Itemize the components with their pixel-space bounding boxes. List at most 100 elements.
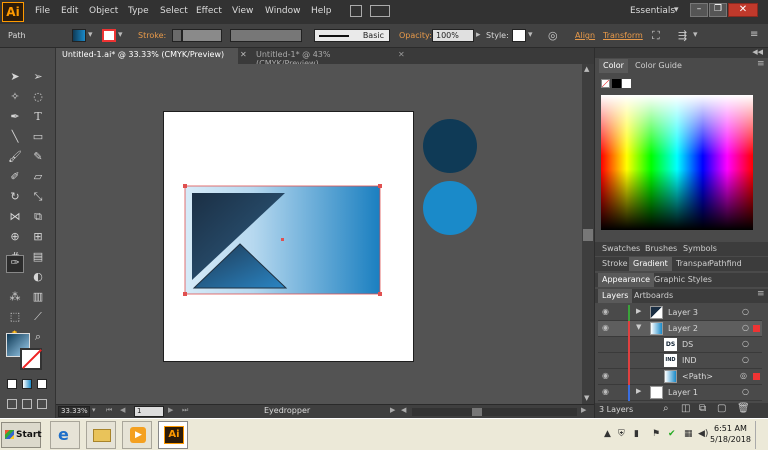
variable-width-profile[interactable] — [230, 29, 302, 42]
symbol-sprayer-tool-icon[interactable]: ⁂ — [8, 290, 22, 304]
tab-document-2[interactable]: Untitled-1* @ 43% (CMYK/Preview) — [250, 48, 400, 68]
new-sublayer-icon[interactable]: ⧉ — [699, 403, 706, 414]
folder-icon[interactable] — [86, 421, 116, 449]
sublayer-row-ds[interactable]: DS DS ○ — [598, 337, 762, 353]
close-icon[interactable]: ✕ — [240, 50, 247, 59]
restore-button[interactable]: ❐ — [709, 3, 727, 17]
menu-edit[interactable]: Edit — [61, 6, 78, 16]
horizontal-scrollbar[interactable] — [412, 408, 577, 416]
tab-stroke[interactable]: Stroke — [598, 257, 632, 271]
transform-link[interactable]: Transform — [603, 31, 643, 40]
selection-indicator[interactable] — [753, 325, 760, 332]
fill-swatch[interactable] — [72, 29, 86, 42]
perspective-grid-tool-icon[interactable]: ⊞ — [31, 230, 45, 244]
draw-inside-icon[interactable] — [37, 399, 47, 409]
scroll-thumb[interactable] — [583, 229, 593, 241]
collapse-icon[interactable]: ▼ — [636, 323, 641, 331]
isolate-selected-icon[interactable]: ⛶ — [652, 29, 660, 43]
trash-icon[interactable]: 🗑 — [737, 403, 750, 414]
layer-row-layer-1[interactable]: ◉ ▶ Layer 1 ○ — [598, 385, 762, 401]
black-swatch[interactable] — [612, 79, 621, 88]
sublayer-row-ind[interactable]: IND IND ○ — [598, 353, 762, 369]
chevron-down-icon[interactable]: ▾ — [693, 30, 698, 40]
tray-icon-4[interactable]: ✔ — [668, 429, 676, 439]
tab-swatches[interactable]: Swatches — [598, 242, 644, 256]
artboard-number-input[interactable]: 1 — [134, 406, 164, 417]
free-transform-tool-icon[interactable]: ⧉ — [31, 210, 45, 224]
anchor-point[interactable] — [378, 184, 382, 188]
target-icon[interactable]: ○ — [742, 387, 749, 396]
tab-artboards[interactable]: Artboards — [630, 289, 677, 303]
shape-builder-tool-icon[interactable]: ⊕ — [8, 230, 22, 244]
scroll-right-icon[interactable]: ▶ — [581, 406, 586, 414]
paintbrush-tool-icon[interactable]: 🖌 — [8, 150, 22, 164]
panel-dock-header[interactable]: ◀◀ — [595, 48, 768, 58]
chevron-down-icon[interactable]: ▸ — [476, 30, 481, 40]
minimize-button[interactable]: – — [690, 3, 708, 17]
eye-icon[interactable]: ◉ — [602, 371, 609, 380]
control-menu-icon[interactable]: ≡ — [750, 29, 758, 40]
canvas-area[interactable] — [56, 64, 582, 404]
layer-name[interactable]: Layer 3 — [668, 308, 698, 317]
scroll-left-icon[interactable]: ◀ — [401, 406, 406, 414]
tray-icon-2[interactable]: ▮ — [634, 429, 639, 439]
menu-window[interactable]: Window — [265, 6, 301, 16]
draw-normal-icon[interactable] — [7, 399, 17, 409]
tab-document-1[interactable]: Untitled-1.ai* @ 33.33% (CMYK/Preview) — [56, 48, 238, 64]
panel-menu-icon[interactable]: ≡ — [757, 289, 765, 299]
selection-tool-icon[interactable]: ➤ — [8, 70, 22, 84]
layer-name[interactable]: IND — [682, 356, 697, 365]
last-artboard-icon[interactable]: ⏭ — [182, 406, 188, 415]
tray-icon-3[interactable]: ⚑ — [652, 429, 660, 439]
scroll-up-icon[interactable]: ▲ — [584, 65, 589, 73]
volume-icon[interactable]: ◀) — [698, 429, 708, 439]
scale-tool-icon[interactable]: ⤡ — [31, 190, 45, 204]
artwork-svg[interactable] — [164, 112, 415, 363]
artboard-tool-icon[interactable]: ⬚ — [8, 310, 22, 324]
next-artboard-icon[interactable]: ▶ — [168, 406, 173, 414]
menu-effect[interactable]: Effect — [196, 6, 222, 16]
tab-appearance[interactable]: Appearance — [598, 273, 655, 287]
light-blue-circle[interactable] — [423, 181, 477, 235]
anchor-point[interactable] — [183, 292, 187, 296]
stroke-label[interactable]: Stroke: — [138, 31, 166, 40]
tab-color-guide[interactable]: Color Guide — [631, 59, 686, 73]
line-tool-icon[interactable]: ╲ — [8, 130, 22, 144]
anchor-point[interactable] — [378, 292, 382, 296]
tab-layers[interactable]: Layers — [598, 289, 633, 303]
gradient-tool-icon[interactable]: ▤ — [31, 250, 45, 264]
scroll-thumb[interactable] — [472, 408, 482, 416]
show-desktop-button[interactable] — [755, 421, 767, 449]
rotate-tool-icon[interactable]: ↻ — [8, 190, 22, 204]
panel-menu-icon[interactable]: ≡ — [757, 59, 765, 69]
menu-view[interactable]: View — [232, 6, 253, 16]
show-hidden-icons[interactable]: ▲ — [604, 429, 611, 439]
blend-tool-icon[interactable]: ◐ — [31, 270, 45, 284]
pencil-tool-icon[interactable]: ✎ — [31, 150, 45, 164]
gradient-mode-icon[interactable] — [22, 379, 32, 389]
chevron-down-icon[interactable]: ▾ — [88, 30, 93, 40]
layer-name[interactable]: Layer 1 — [668, 388, 698, 397]
status-menu-icon[interactable]: ▶ — [390, 406, 395, 414]
network-icon[interactable]: ▦ — [684, 429, 693, 439]
align-link[interactable]: Align — [575, 31, 595, 40]
rectangle-tool-icon[interactable]: ▭ — [31, 130, 45, 144]
color-spectrum[interactable] — [601, 95, 753, 230]
tab-brushes[interactable]: Brushes — [641, 242, 681, 256]
tab-gradient[interactable]: Gradient — [629, 257, 672, 271]
type-tool-icon[interactable]: T — [31, 110, 45, 124]
vertical-scrollbar[interactable]: ▲ ▼ — [582, 64, 594, 404]
sublayer-row-path[interactable]: ◉ <Path> ◎ — [598, 369, 762, 385]
opacity-label[interactable]: Opacity: — [399, 31, 432, 40]
stroke-swatch[interactable] — [102, 29, 116, 42]
none-mode-icon[interactable] — [37, 379, 47, 389]
media-player-icon[interactable]: ▶ — [122, 421, 152, 449]
column-graph-tool-icon[interactable]: ▥ — [31, 290, 45, 304]
clock-time[interactable]: 6:51 AM — [714, 424, 747, 433]
eye-icon[interactable]: ◉ — [602, 323, 609, 332]
chevron-down-icon[interactable]: ▾ — [528, 30, 533, 40]
eye-icon[interactable]: ◉ — [602, 387, 609, 396]
workspace-switcher[interactable]: Essentials — [630, 6, 675, 16]
target-icon[interactable]: ○ — [742, 307, 749, 316]
scroll-down-icon[interactable]: ▼ — [584, 394, 589, 402]
